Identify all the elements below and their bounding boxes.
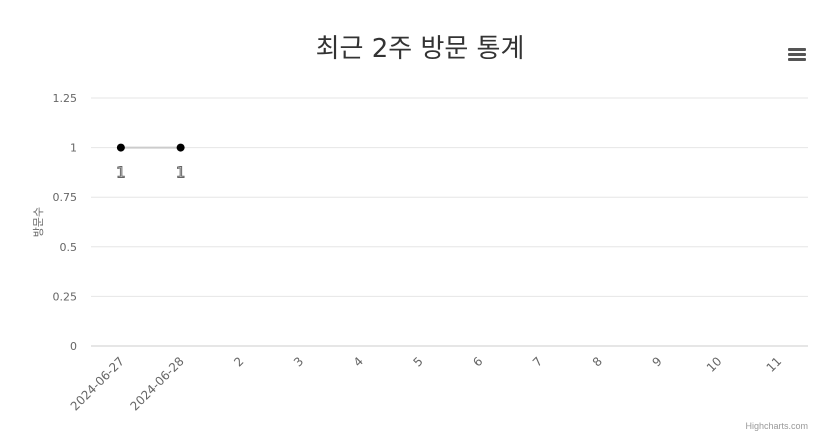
data-point[interactable]: [176, 143, 185, 152]
data-point[interactable]: [116, 143, 125, 152]
x-tick-label: 3: [291, 354, 306, 369]
x-tick-label: 5: [410, 354, 425, 369]
x-tick-label: 10: [704, 354, 725, 375]
x-tick-label: 7: [530, 354, 545, 369]
y-tick-label: 1: [70, 142, 77, 155]
y-tick-label: 0.75: [53, 191, 78, 204]
y-tick-label: 0.25: [53, 290, 78, 303]
x-tick-label: 2024-06-28: [128, 354, 187, 413]
x-tick-label: 8: [590, 354, 605, 369]
x-tick-label: 11: [764, 354, 785, 375]
x-tick-label: 2024-06-27: [68, 354, 127, 413]
y-axis-label: 방문수: [32, 207, 45, 237]
chart-container: 최근 2주 방문 통계 0 0.25 0.5 0.75 1 1.25 2024-06-27…: [0, 0, 840, 448]
data-label: 1: [176, 164, 186, 182]
x-tick-label: 2: [231, 354, 246, 369]
chart-plot: 0 0.25 0.5 0.75 1 1.25 2024-06-27 2024-06-28 2 3…: [32, 92, 808, 413]
y-tick-label: 0: [70, 340, 77, 353]
y-tick-label: 0.5: [60, 241, 78, 254]
credits-link[interactable]: Highcharts.com: [745, 421, 808, 431]
x-tick-label: 9: [649, 354, 664, 369]
data-label: 1: [116, 164, 126, 182]
x-tick-label: 6: [470, 354, 485, 369]
x-tick-label: 4: [351, 354, 366, 369]
y-tick-label: 1.25: [53, 92, 78, 105]
